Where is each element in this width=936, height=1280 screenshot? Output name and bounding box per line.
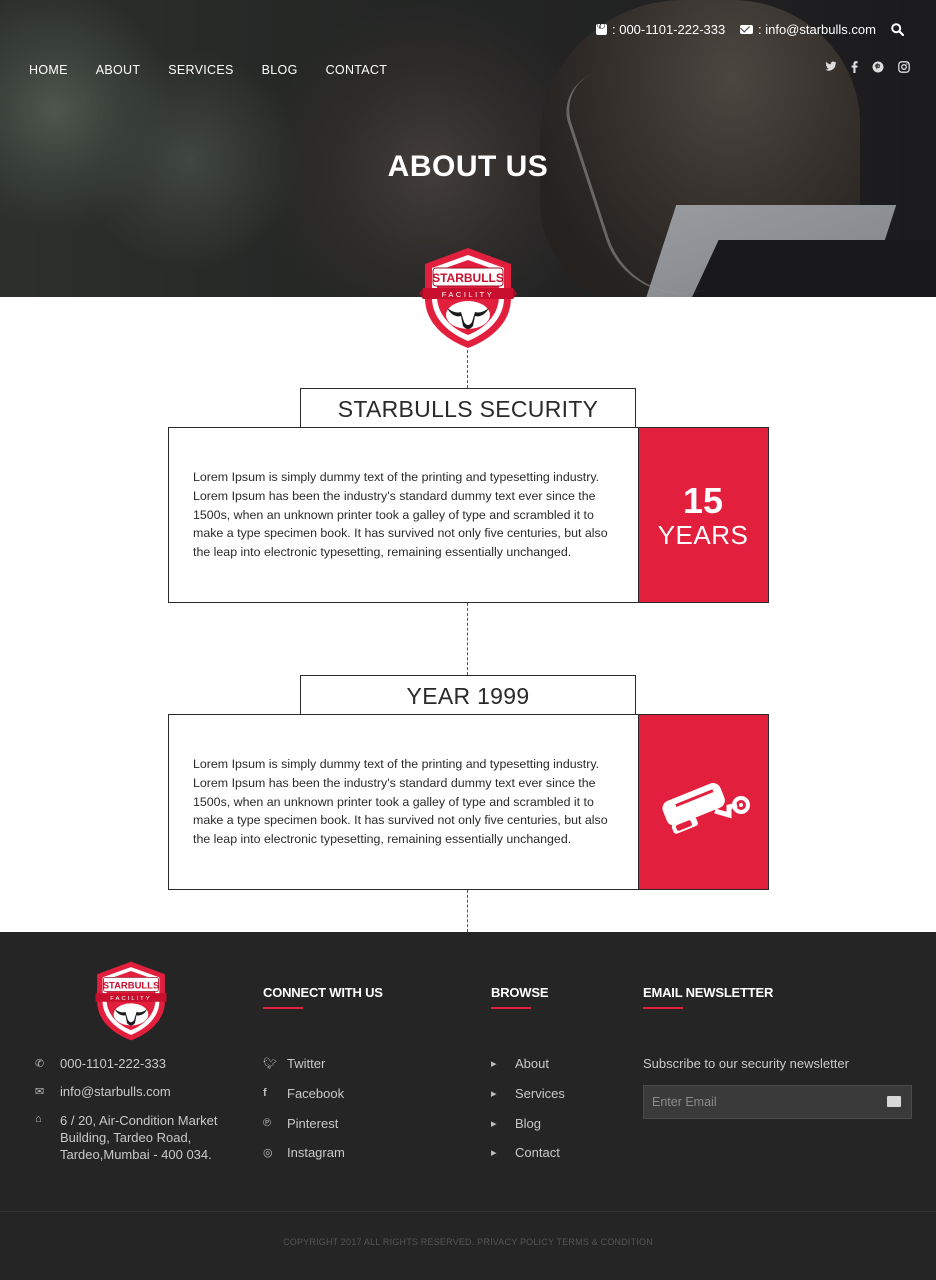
- envelope-icon: [740, 25, 753, 34]
- browse-about[interactable]: ▸ About: [491, 1056, 565, 1086]
- connect-twitter[interactable]: 🐦︎ Twitter: [263, 1056, 345, 1086]
- footer-logo: STARBULLS FACILITY: [92, 960, 170, 1042]
- badge-text-facility: FACILITY: [442, 290, 495, 299]
- timeline-title-2: YEAR 1999: [300, 675, 636, 715]
- years-block: 15 YEARS: [637, 426, 769, 603]
- nav-services[interactable]: SERVICES: [168, 63, 233, 77]
- timeline-card-2: Lorem Ipsum is simply dummy text of the …: [168, 713, 769, 890]
- envelope-icon: ✉: [35, 1086, 45, 1098]
- instagram-icon: ◎: [263, 1147, 273, 1160]
- years-number: 15: [682, 479, 724, 521]
- browse-services[interactable]: ▸ Services: [491, 1086, 565, 1116]
- starbulls-logo-badge: STARBULLS FACILITY: [419, 246, 517, 350]
- newsletter-form: [643, 1085, 912, 1119]
- twitter-icon: 🐦︎: [263, 1058, 277, 1070]
- badge-text-starbulls: STARBULLS: [432, 271, 504, 285]
- topbar-phone[interactable]: : 000-1101-222-333: [596, 21, 725, 37]
- browse-contact[interactable]: ▸ Contact: [491, 1145, 565, 1175]
- main-nav: HOME ABOUT SERVICES BLOG CONTACT: [29, 63, 387, 77]
- topbar: : 000-1101-222-333 : info@starbulls.com: [0, 21, 936, 39]
- footer-divider: [0, 1211, 936, 1212]
- svg-text:FACILITY: FACILITY: [110, 996, 151, 1002]
- copyright: COPYRIGHT 2017 ALL RIGHTS RESERVED. PRIV…: [283, 1237, 653, 1247]
- page: : 000-1101-222-333 : info@starbulls.com …: [0, 0, 936, 1280]
- footer-contact: ✆ 000-1101-222-333 ✉ info@starbulls.com ⌂ …: [35, 1056, 218, 1176]
- caret-right-icon: ▸: [491, 1117, 497, 1130]
- facebook-icon: f: [263, 1086, 267, 1099]
- footer-phone[interactable]: ✆ 000-1101-222-333: [35, 1056, 218, 1071]
- connect-facebook[interactable]: f Facebook: [263, 1086, 345, 1116]
- topbar-email[interactable]: : info@starbulls.com: [740, 22, 876, 37]
- facebook-icon[interactable]: [851, 61, 858, 76]
- pinterest-icon[interactable]: [872, 61, 884, 76]
- newsletter-text: Subscribe to our security newsletter: [643, 1056, 849, 1071]
- browse-blog[interactable]: ▸ Blog: [491, 1116, 565, 1146]
- footer: STARBULLS FACILITY ✆ 000-1101-222-333 ✉ in…: [0, 932, 936, 1280]
- cctv-camera-icon: [661, 782, 750, 834]
- home-icon: ⌂: [35, 1113, 42, 1125]
- connect-instagram[interactable]: ◎ Instagram: [263, 1145, 345, 1175]
- svg-text:STARBULLS: STARBULLS: [103, 980, 160, 991]
- send-envelope-icon[interactable]: [887, 1096, 901, 1107]
- caret-right-icon: ▸: [491, 1058, 497, 1070]
- search-icon[interactable]: [891, 23, 905, 39]
- timeline-text-2: Lorem Ipsum is simply dummy text of the …: [193, 757, 608, 847]
- browse-list: ▸ About ▸ Services ▸ Blog ▸ Contact: [491, 1056, 565, 1175]
- connect-title: CONNECT WITH US: [263, 985, 383, 1009]
- phone-icon: ✆: [35, 1058, 45, 1070]
- nav-contact[interactable]: CONTACT: [326, 63, 388, 77]
- social-links: [825, 61, 910, 76]
- timeline-title-1: STARBULLS SECURITY: [300, 388, 636, 428]
- nav-about[interactable]: ABOUT: [96, 63, 141, 77]
- newsletter-email-input[interactable]: [644, 1086, 876, 1118]
- instagram-icon[interactable]: [898, 61, 910, 76]
- connect-list: 🐦︎ Twitter f Facebook ℗ Pinterest ◎ Instagra…: [263, 1056, 345, 1175]
- timeline-card-1: Lorem Ipsum is simply dummy text of the …: [168, 426, 769, 603]
- caret-right-icon: ▸: [491, 1087, 497, 1100]
- newsletter-title: EMAIL NEWSLETTER: [643, 985, 774, 1009]
- twitter-icon[interactable]: [825, 61, 837, 76]
- pinterest-icon: ℗: [263, 1116, 272, 1129]
- timeline-text-1: Lorem Ipsum is simply dummy text of the …: [193, 470, 608, 560]
- nav-blog[interactable]: BLOG: [262, 63, 298, 77]
- connect-pinterest[interactable]: ℗ Pinterest: [263, 1116, 345, 1146]
- timeline-connector: [467, 603, 468, 675]
- timeline-connector: [467, 890, 468, 932]
- timeline-connector: [467, 350, 468, 388]
- browse-title: BROWSE: [491, 985, 549, 1009]
- footer-address: ⌂ 6 / 20, Air-Condition Market Building,…: [35, 1113, 218, 1162]
- years-label: YEARS: [657, 519, 749, 550]
- phone-icon: [596, 21, 607, 35]
- nav-home[interactable]: HOME: [29, 63, 68, 77]
- footer-email[interactable]: ✉ info@starbulls.com: [35, 1084, 218, 1099]
- camera-block: [637, 713, 769, 890]
- caret-right-icon: ▸: [491, 1147, 497, 1160]
- page-title: ABOUT US: [387, 150, 549, 183]
